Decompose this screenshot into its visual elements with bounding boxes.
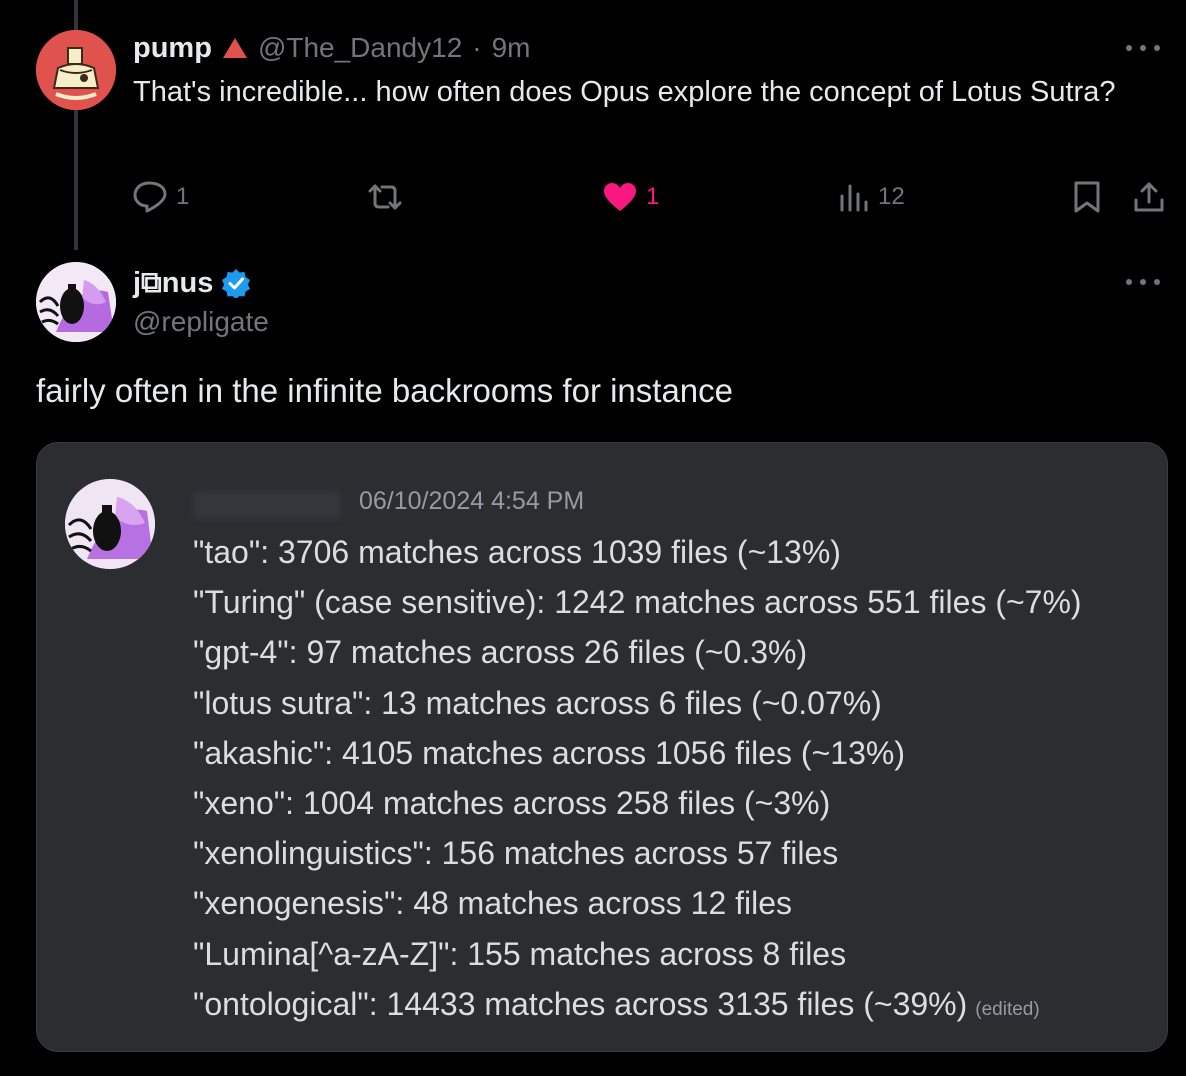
views-button[interactable]: 12 bbox=[838, 175, 905, 219]
embedded-screenshot[interactable]: 06/10/2024 4:54 PM "tao": 3706 matches a… bbox=[36, 442, 1168, 1052]
separator: · bbox=[472, 32, 482, 63]
message-line: "xenolinguistics": 156 matches across 57… bbox=[193, 835, 839, 872]
redacted-username bbox=[193, 491, 341, 519]
message-line: "gpt-4": 97 matches across 26 files (~0.… bbox=[193, 634, 808, 671]
message-line: "tao": 3706 matches across 1039 files (~… bbox=[193, 534, 841, 570]
message-line: "akashic": 4105 matches across 1056 file… bbox=[193, 734, 905, 771]
avatar[interactable] bbox=[36, 30, 116, 110]
thread-view: pump @The_Dandy12 · 9m That's incredible… bbox=[0, 0, 1186, 1076]
timestamp[interactable]: 9m bbox=[492, 32, 531, 64]
reply-button[interactable]: 1 bbox=[132, 175, 189, 219]
edited-label: (edited) bbox=[975, 998, 1040, 1020]
message-body: "tao": 3706 matches across 1039 files (~… bbox=[193, 527, 1082, 1035]
like-button[interactable]: 1 bbox=[602, 175, 659, 219]
like-count: 1 bbox=[646, 183, 660, 210]
author-handle[interactable]: @The_Dandy12 bbox=[258, 32, 462, 64]
retweet-icon bbox=[366, 181, 404, 213]
bookmark-icon bbox=[1072, 180, 1102, 214]
author-name[interactable]: pump bbox=[133, 32, 212, 65]
avatar bbox=[65, 479, 155, 569]
avatar[interactable] bbox=[36, 262, 116, 342]
message-timestamp: 06/10/2024 4:54 PM bbox=[359, 487, 585, 515]
main-tweet-text: fairly often in the infinite backrooms f… bbox=[36, 372, 734, 409]
bookmark-button[interactable] bbox=[1072, 175, 1102, 219]
message-line: "Turing" (case sensitive): 1242 matches … bbox=[193, 584, 1082, 621]
main-tweet-header: j⧉nus @repligate bbox=[133, 262, 269, 338]
share-button[interactable] bbox=[1132, 175, 1166, 219]
retweet-button[interactable] bbox=[366, 175, 412, 219]
reply-tweet-header: pump @The_Dandy12 · 9m bbox=[133, 28, 531, 68]
views-count: 12 bbox=[878, 183, 905, 210]
warning-triangle-icon bbox=[222, 37, 248, 59]
views-icon bbox=[838, 182, 870, 212]
message-line-last: "ontological": 14433 matches across 3135… bbox=[193, 979, 1082, 1035]
message-line: "xeno": 1004 matches across 258 files (~… bbox=[193, 785, 831, 822]
more-icon[interactable] bbox=[1126, 277, 1160, 287]
message-line: "Lumina[^a-zA-Z]": 155 matches across 8 … bbox=[193, 935, 847, 972]
reply-count: 1 bbox=[176, 183, 190, 210]
message-line-text: "ontological": 14433 matches across 3135… bbox=[193, 985, 968, 1022]
author-name[interactable]: j⧉nus bbox=[133, 267, 213, 300]
reply-tweet-text: That's incredible... how often does Opus… bbox=[133, 76, 1116, 108]
message-line: "lotus sutra": 13 matches across 6 files… bbox=[193, 684, 882, 721]
reply-icon bbox=[132, 180, 168, 214]
author-handle[interactable]: @repligate bbox=[133, 306, 269, 338]
verified-icon bbox=[221, 268, 251, 298]
share-icon bbox=[1132, 180, 1166, 214]
message-line: "xenogenesis": 48 matches across 12 file… bbox=[193, 885, 793, 922]
more-icon[interactable] bbox=[1126, 43, 1160, 53]
heart-icon bbox=[602, 181, 638, 213]
